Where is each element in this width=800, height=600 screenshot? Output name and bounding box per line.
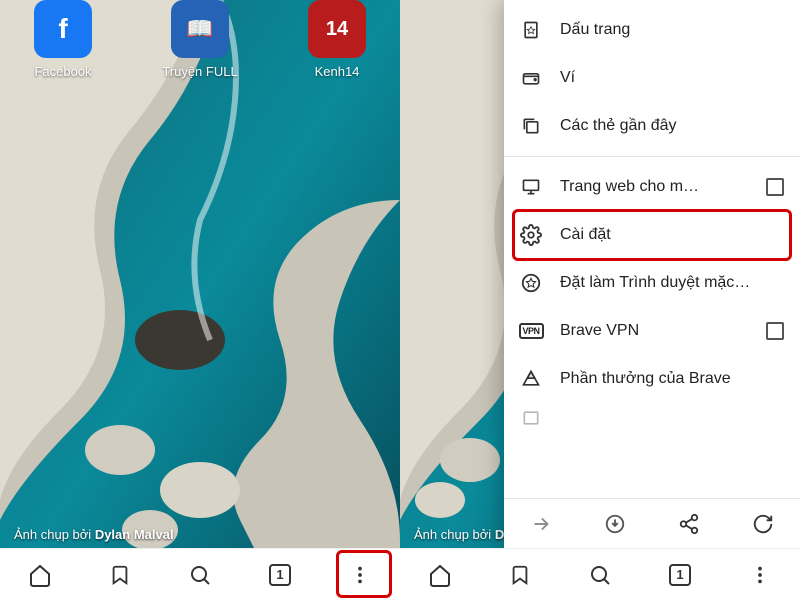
app-label: Kenh14: [315, 64, 360, 79]
kenh14-icon: 14: [308, 0, 366, 58]
app-label: Facebook: [34, 64, 91, 79]
menu-label: Trang web cho m…: [560, 178, 766, 196]
brave-rewards-icon: [520, 368, 542, 390]
app-label: Truyện FULL: [162, 64, 237, 79]
menu-label: Phần thưởng của Brave: [560, 370, 784, 388]
menu-button[interactable]: [338, 553, 382, 597]
bottom-navbar: 1: [400, 548, 800, 600]
bookmark-button[interactable]: [98, 553, 142, 597]
wallet-icon: [520, 67, 542, 89]
menu-settings[interactable]: Cài đặt: [504, 211, 800, 259]
menu-button[interactable]: [738, 553, 782, 597]
tab-count: 1: [269, 564, 291, 586]
app-truyenfull[interactable]: 📖 Truyện FULL: [155, 0, 245, 79]
forward-button[interactable]: [521, 504, 561, 544]
bookmark-button[interactable]: [498, 553, 542, 597]
menu-label: Các thẻ gần đây: [560, 117, 784, 135]
overflow-menu: Dấu trang Ví Các thẻ gần đây: [504, 0, 800, 548]
phone-screen-right: Ảnh chụp bởi Dylan Malval Dấu trang Ví: [400, 0, 800, 600]
menu-desktop-site[interactable]: Trang web cho m…: [504, 163, 800, 211]
vpn-icon: VPN: [520, 320, 542, 342]
phone-screen-left: f Facebook 📖 Truyện FULL 14 Kenh14 Ảnh c…: [0, 0, 400, 600]
menu-set-default-browser[interactable]: Đặt làm Trình duyệt mặc…: [504, 259, 800, 307]
share-button[interactable]: [669, 504, 709, 544]
app-kenh14[interactable]: 14 Kenh14: [292, 0, 382, 79]
menu-label: Ví: [560, 69, 784, 87]
checkbox[interactable]: [766, 178, 784, 196]
app-row: f Facebook 📖 Truyện FULL 14 Kenh14: [0, 0, 400, 79]
menu-label: Brave VPN: [560, 322, 766, 340]
gear-icon: [520, 224, 542, 246]
home-button[interactable]: [18, 553, 62, 597]
reload-button[interactable]: [743, 504, 783, 544]
checkbox[interactable]: [766, 322, 784, 340]
menu-recent-tabs[interactable]: Các thẻ gần đây: [504, 102, 800, 150]
wallpaper-caption: Ảnh chụp bởi Dylan Malval: [14, 527, 174, 542]
search-button[interactable]: [178, 553, 222, 597]
menu-bookmarks[interactable]: Dấu trang: [504, 6, 800, 54]
menu-wallet[interactable]: Ví: [504, 54, 800, 102]
tabs-icon: [520, 115, 542, 137]
book-icon: 📖: [171, 0, 229, 58]
search-button[interactable]: [578, 553, 622, 597]
menu-brave-rewards[interactable]: Phần thưởng của Brave: [504, 355, 800, 403]
tabs-button[interactable]: 1: [658, 553, 702, 597]
bookmark-star-icon: [520, 19, 542, 41]
tabs-button[interactable]: 1: [258, 553, 302, 597]
star-badge-icon: [520, 272, 542, 294]
menu-divider: [504, 156, 800, 157]
menu-label: Đặt làm Trình duyệt mặc…: [560, 274, 784, 292]
download-button[interactable]: [595, 504, 635, 544]
tab-count: 1: [669, 564, 691, 586]
menu-label: Dấu trang: [560, 21, 784, 39]
monitor-icon: [520, 176, 542, 198]
facebook-icon: f: [34, 0, 92, 58]
menu-action-bar: [504, 498, 800, 548]
news-icon: [520, 407, 542, 429]
app-facebook[interactable]: f Facebook: [18, 0, 108, 79]
menu-item-cutoff[interactable]: [504, 403, 800, 433]
home-button[interactable]: [418, 553, 462, 597]
menu-brave-vpn[interactable]: VPN Brave VPN: [504, 307, 800, 355]
bottom-navbar: 1: [0, 548, 400, 600]
wallpaper: [0, 0, 400, 600]
menu-label: Cài đặt: [560, 226, 784, 244]
